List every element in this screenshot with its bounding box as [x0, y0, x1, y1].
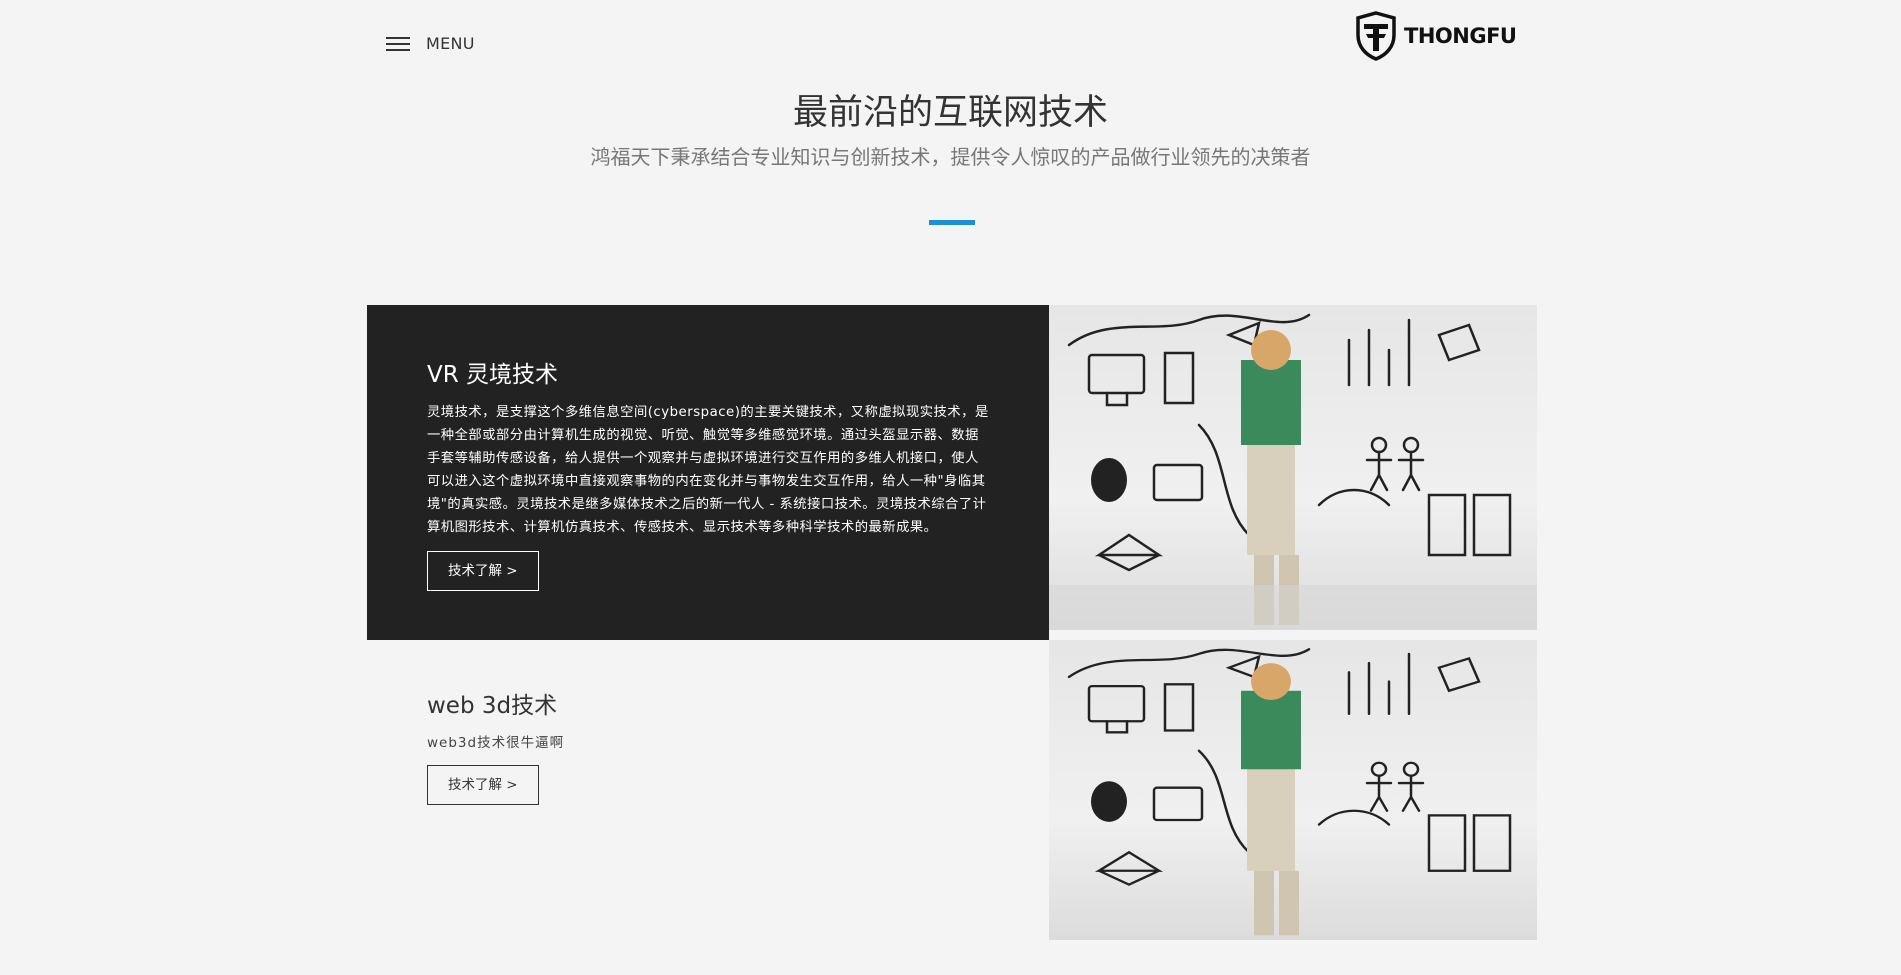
- feature-title: VR 灵境技术: [427, 362, 559, 388]
- page-subtitle: 鸿福天下秉承结合专业知识与创新技术，提供令人惊叹的产品做行业领先的决策者: [590, 145, 1311, 169]
- logo-text: THONGFU: [1404, 24, 1517, 48]
- feature-web3d-panel: web 3d技术 web3d技术很牛逼啊 技术了解 >: [367, 640, 1049, 975]
- feature-vr-panel: VR 灵境技术 灵境技术，是支撑这个多维信息空间(cyberspace)的主要关…: [367, 305, 1049, 640]
- feature-title: web 3d技术: [427, 693, 558, 719]
- title-divider: [929, 220, 975, 225]
- hamburger-icon: [386, 35, 410, 53]
- learn-more-button[interactable]: 技术了解 >: [427, 551, 539, 591]
- menu-label: MENU: [426, 34, 475, 53]
- child-drawing-doodles-image: [1049, 640, 1537, 940]
- page-title: 最前沿的互联网技术: [792, 93, 1108, 133]
- child-drawing-doodles-image: [1049, 305, 1537, 630]
- feature-description: web3d技术很牛逼啊: [427, 735, 565, 751]
- logo[interactable]: THONGFU: [1354, 11, 1517, 61]
- learn-more-button[interactable]: 技术了解 >: [427, 765, 539, 805]
- shield-logo-icon: [1356, 11, 1396, 61]
- feature-description: 灵境技术，是支撑这个多维信息空间(cyberspace)的主要关键技术，又称虚拟…: [427, 405, 989, 535]
- menu-toggle[interactable]: MENU: [386, 34, 475, 53]
